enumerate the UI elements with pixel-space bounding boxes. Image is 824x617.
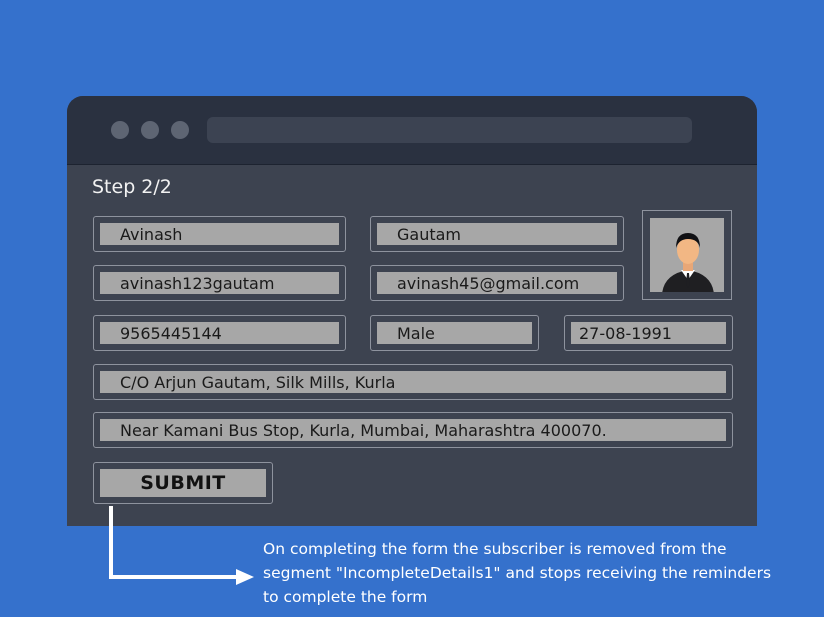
pointer-arrow-icon [109, 506, 254, 585]
annotation-text: On completing the form the subscriber is… [263, 540, 772, 606]
